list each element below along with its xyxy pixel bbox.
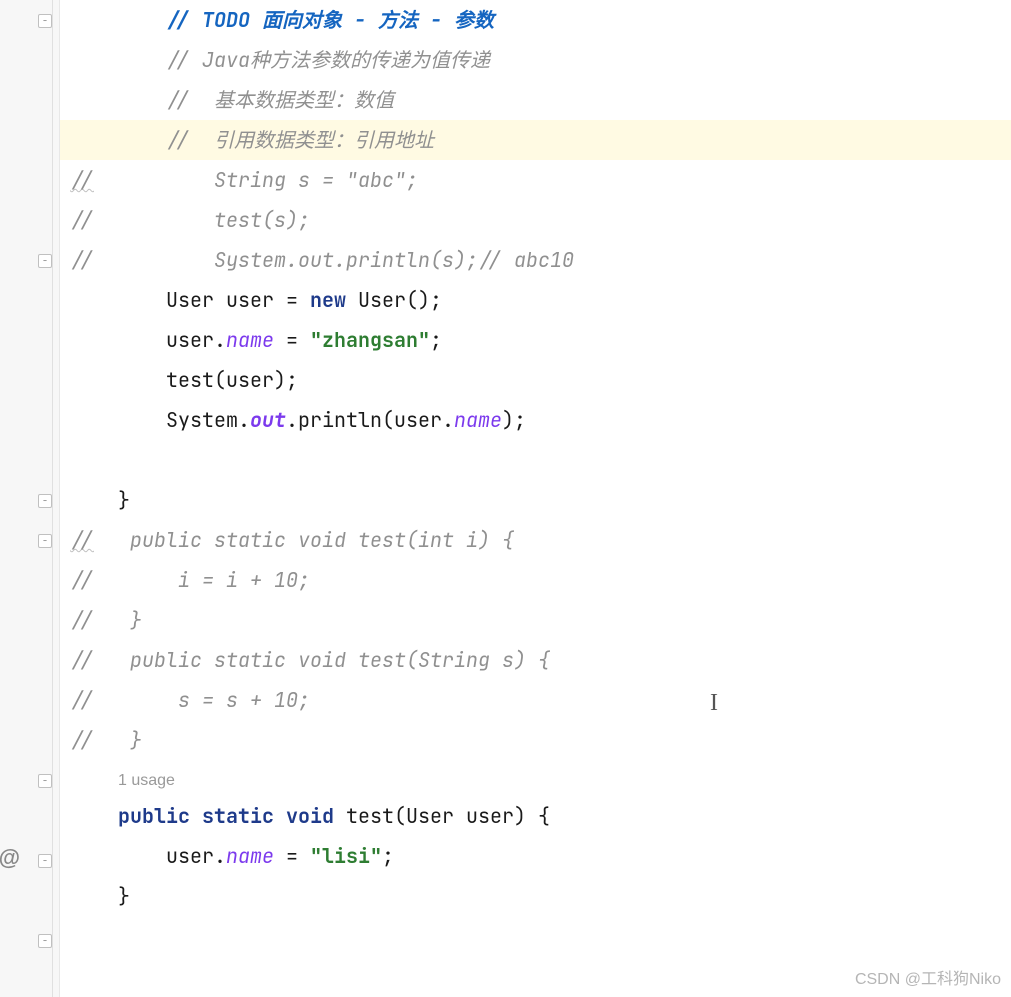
code-text: = [274, 843, 310, 869]
code-text: = [274, 327, 310, 353]
code-text: ); [502, 407, 526, 433]
usage-hint[interactable]: 1 usage [118, 772, 175, 789]
comment: public static void test(int i) { [94, 527, 514, 553]
comment-prefix: // [70, 727, 94, 753]
brace-close: } [118, 487, 130, 513]
indent [70, 765, 118, 791]
comment: public static void test(String s) { [94, 647, 550, 673]
code-line[interactable]: // } [60, 720, 1011, 760]
todo-comment: // TODO 面向对象 - 方法 - 参数 [166, 7, 494, 33]
code-line[interactable]: // Java种方法参数的传递为值传递 [60, 40, 1011, 80]
indent [70, 87, 166, 113]
code-text: .println(user. [286, 407, 454, 433]
code-line[interactable]: user.name = "zhangsan"; [60, 320, 1011, 360]
comment-prefix: // [70, 167, 94, 193]
fold-toggle-icon[interactable]: − [38, 774, 52, 788]
indent [70, 883, 118, 909]
indent [70, 367, 166, 393]
code-line[interactable]: // public static void test(String s) { [60, 640, 1011, 680]
brace-close: } [118, 883, 130, 909]
editor-gutter: − − − − − @ − − [0, 0, 60, 997]
code-line[interactable]: // } [60, 600, 1011, 640]
usage-hint-line[interactable]: 1 usage [60, 760, 1011, 796]
comment: } [94, 727, 142, 753]
code-line[interactable]: // TODO 面向对象 - 方法 - 参数 [60, 0, 1011, 40]
comment: i = i + 10; [94, 567, 310, 593]
field-name: name [226, 327, 274, 353]
fold-toggle-icon[interactable]: − [38, 854, 52, 868]
code-line[interactable]: // String s = "abc"; [60, 160, 1011, 200]
code-line[interactable]: // 基本数据类型：数值 [60, 80, 1011, 120]
indent [70, 127, 166, 153]
watermark-text: CSDN @工科狗Niko [855, 965, 1001, 989]
indent [70, 47, 166, 73]
code-line[interactable]: // public static void test(int i) { [60, 520, 1011, 560]
comment-prefix: // [70, 647, 94, 673]
code-line-blank[interactable] [60, 440, 1011, 480]
fold-toggle-icon[interactable]: − [38, 14, 52, 28]
code-line[interactable]: // i = i + 10; [60, 560, 1011, 600]
comment: // Java种方法参数的传递为值传递 [166, 47, 490, 73]
fold-toggle-icon[interactable]: − [38, 494, 52, 508]
comment-prefix: // [70, 607, 94, 633]
fold-guide-line [52, 0, 53, 997]
field-name: name [226, 843, 274, 869]
keyword-public: public [118, 803, 190, 829]
fold-toggle-icon[interactable]: − [38, 534, 52, 548]
code-text: ; [382, 843, 394, 869]
code-text: user. [166, 843, 226, 869]
code-line[interactable]: // test(s); [60, 200, 1011, 240]
comment: } [94, 607, 142, 633]
comment-prefix: // [70, 247, 94, 273]
indent [70, 327, 166, 353]
indent [70, 407, 166, 433]
code-text: System. [166, 407, 250, 433]
comment-prefix: // [70, 687, 94, 713]
comment: // 基本数据类型：数值 [166, 87, 394, 113]
static-field-out: out [250, 407, 286, 433]
code-line[interactable]: public static void test(User user) { [60, 796, 1011, 836]
field-name: name [454, 407, 502, 433]
keyword-static: static [202, 803, 274, 829]
code-line[interactable]: } [60, 876, 1011, 916]
comment: test(s); [94, 207, 310, 233]
indent [70, 287, 166, 313]
code-text: user. [166, 327, 226, 353]
comment: // 引用数据类型：引用地址 [166, 127, 434, 153]
comment-prefix: // [70, 207, 94, 233]
comment: System.out.println(s);// abc10 [94, 247, 574, 273]
string-literal: "zhangsan" [310, 327, 430, 353]
code-line[interactable]: test(user); [60, 360, 1011, 400]
indent [70, 487, 118, 513]
fold-toggle-icon[interactable]: − [38, 934, 52, 948]
code-line[interactable]: User user = new User(); [60, 280, 1011, 320]
code-text: User user = [166, 287, 310, 313]
code-line[interactable]: System.out.println(user.name); [60, 400, 1011, 440]
keyword-void: void [286, 803, 334, 829]
comment-prefix: // [70, 567, 94, 593]
code-line[interactable]: // System.out.println(s);// abc10 [60, 240, 1011, 280]
code-line[interactable]: } [60, 480, 1011, 520]
indent [70, 843, 166, 869]
comment: s = s + 10; [94, 687, 310, 713]
comment: String s = "abc"; [94, 167, 418, 193]
override-icon[interactable]: @ [0, 846, 22, 872]
indent [70, 7, 166, 33]
code-text: ; [430, 327, 442, 353]
code-line[interactable]: // s = s + 10; [60, 680, 1011, 720]
code-editor[interactable]: // TODO 面向对象 - 方法 - 参数 // Java种方法参数的传递为值… [60, 0, 1011, 997]
code-text: test(user); [166, 367, 298, 393]
keyword-new: new [310, 287, 346, 313]
code-text: User(); [346, 287, 442, 313]
method-signature: test(User user) { [334, 803, 550, 829]
fold-toggle-icon[interactable]: − [38, 254, 52, 268]
string-literal: "lisi" [310, 843, 382, 869]
comment-prefix: // [70, 527, 94, 553]
code-line[interactable]: user.name = "lisi"; [60, 836, 1011, 876]
indent [70, 803, 118, 829]
code-line-highlighted[interactable]: // 引用数据类型：引用地址 [60, 120, 1011, 160]
